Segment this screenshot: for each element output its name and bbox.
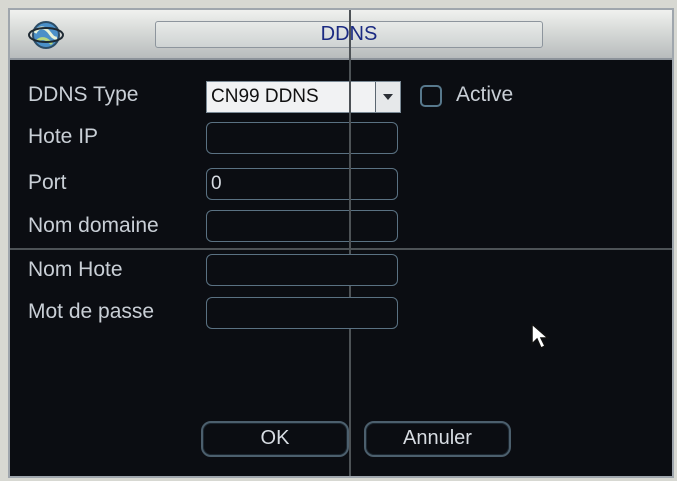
mouse-pointer-icon	[530, 322, 552, 355]
domain-input[interactable]	[206, 210, 398, 242]
host-ip-label: Hote IP	[28, 125, 99, 148]
title-bar: DDNS	[10, 10, 672, 60]
host-ip-input[interactable]	[206, 122, 398, 154]
ddns-dialog: DDNS DDNS Type CN99 DDNS Active Hote IP …	[8, 8, 674, 478]
domain-label: Nom domaine	[28, 214, 159, 237]
network-globe-icon	[26, 16, 66, 54]
ddns-type-label: DDNS Type	[28, 83, 139, 106]
cancel-button[interactable]: Annuler	[364, 421, 511, 457]
chevron-down-icon[interactable]	[375, 82, 400, 112]
host-name-label: Nom Hote	[28, 258, 123, 281]
ok-button[interactable]: OK	[201, 421, 349, 457]
password-label: Mot de passe	[28, 300, 155, 323]
port-input[interactable]: 0	[206, 168, 398, 200]
port-label: Port	[28, 171, 67, 194]
vertical-divider	[349, 10, 351, 476]
active-label: Active	[456, 83, 514, 106]
ddns-type-select[interactable]: CN99 DDNS	[206, 81, 401, 113]
horizontal-divider	[10, 248, 672, 250]
active-checkbox[interactable]	[420, 85, 442, 107]
ddns-type-value: CN99 DDNS	[211, 86, 319, 107]
password-input[interactable]	[206, 297, 398, 329]
host-name-input[interactable]	[206, 254, 398, 286]
